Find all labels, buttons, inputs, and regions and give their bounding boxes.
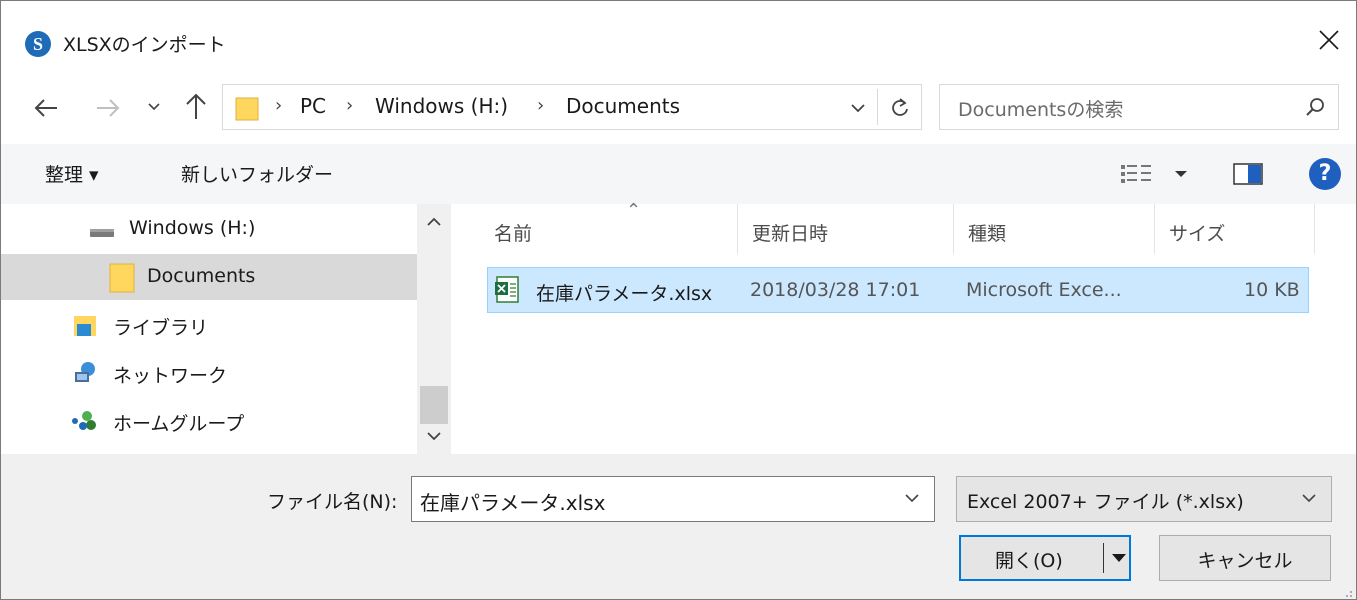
network-icon <box>75 362 95 382</box>
search-icon <box>1304 96 1326 118</box>
back-button[interactable] <box>31 93 61 123</box>
file-size: 10 KB <box>1244 279 1300 301</box>
scrollbar-thumb[interactable] <box>420 386 448 424</box>
excel-file-icon <box>495 276 519 303</box>
nav-item-label: ライブラリ <box>113 317 209 339</box>
breadcrumb-separator: › <box>275 95 283 116</box>
column-header-label: 更新日時 <box>752 223 829 245</box>
window-title: XLSXのインポート <box>63 34 226 56</box>
arrow-up-icon <box>186 93 206 119</box>
table-row[interactable]: 在庫パラメータ.xlsx 2018/03/28 17:01 Microsoft … <box>487 267 1309 313</box>
nav-item-network[interactable]: ネットワーク <box>1 350 417 396</box>
open-button-label: 開く(O) <box>995 550 1063 572</box>
resize-grip-icon[interactable] <box>1340 585 1354 599</box>
split-divider <box>1103 543 1104 573</box>
file-type-select[interactable]: Excel 2007+ ファイル (*.xlsx) <box>956 476 1332 522</box>
address-bar[interactable]: › PC › Windows (H:) › Documents <box>222 84 922 130</box>
dialog-footer: ファイル名(N): 在庫パラメータ.xlsx Excel 2007+ ファイル … <box>1 454 1356 599</box>
title-bar: S XLSXのインポート <box>1 1 1356 63</box>
filename-field[interactable]: 在庫パラメータ.xlsx <box>411 476 935 522</box>
nav-scrollbar[interactable] <box>417 204 451 454</box>
command-bar: 整理 ▾ 新しいフォルダー ? <box>1 144 1356 204</box>
nav-item-libraries[interactable]: ライブラリ <box>1 302 417 348</box>
column-header-label: 種類 <box>968 223 1007 245</box>
refresh-icon <box>892 98 908 116</box>
breadcrumb-documents[interactable]: Documents <box>566 94 680 118</box>
chevron-down-icon[interactable] <box>904 491 920 505</box>
file-modified: 2018/03/28 17:01 <box>750 279 921 301</box>
divider <box>877 89 878 125</box>
chevron-down-icon <box>427 432 441 441</box>
sort-ascending-icon: ⌃ <box>626 200 642 221</box>
file-type: Microsoft Exce... <box>966 279 1122 301</box>
search-input[interactable]: Documentsの検索 <box>939 84 1339 130</box>
column-header-label: サイズ <box>1169 223 1226 245</box>
arrow-left-icon <box>34 99 57 117</box>
nav-item-label: Documents <box>147 265 256 287</box>
organize-button[interactable]: 整理 ▾ <box>45 160 99 187</box>
folder-icon <box>109 263 135 293</box>
change-view-button[interactable] <box>1119 160 1193 188</box>
address-history-button[interactable] <box>843 93 873 123</box>
chevron-down-icon <box>851 104 865 113</box>
breadcrumb-separator: › <box>346 95 354 116</box>
preview-pane-button[interactable] <box>1233 163 1263 185</box>
cancel-button-label: キャンセル <box>1197 550 1293 572</box>
search-placeholder: Documentsの検索 <box>958 99 1124 121</box>
nav-item-label: ホームグループ <box>113 413 245 435</box>
refresh-button[interactable] <box>883 93 917 123</box>
details-view-icon <box>1121 165 1187 183</box>
forward-button[interactable] <box>93 93 123 123</box>
folder-icon <box>235 96 259 121</box>
app-logo-icon: S <box>25 31 51 57</box>
column-header-size[interactable]: サイズ <box>1155 204 1315 254</box>
preview-pane-icon <box>1233 163 1263 185</box>
filename-label: ファイル名(N): <box>267 491 398 513</box>
cancel-button[interactable]: キャンセル <box>1159 535 1331 581</box>
import-dialog: S XLSXのインポート › PC › Windows (H:) › Docum… <box>0 0 1357 600</box>
navigation-pane: Windows (H:) Documents ライブラリ ネットワーク ホームグ… <box>1 204 451 454</box>
help-button[interactable]: ? <box>1309 158 1341 190</box>
nav-item-documents[interactable]: Documents <box>1 254 417 300</box>
nav-item-label: ネットワーク <box>113 365 228 387</box>
nav-item-label: Windows (H:) <box>129 217 256 239</box>
column-header-modified[interactable]: 更新日時 <box>738 204 954 254</box>
recent-locations-button[interactable] <box>145 96 163 116</box>
chevron-up-icon <box>427 217 441 226</box>
breadcrumb-drive[interactable]: Windows (H:) <box>375 94 508 118</box>
chevron-down-icon <box>148 103 160 111</box>
file-type-value: Excel 2007+ ファイル (*.xlsx) <box>967 491 1244 513</box>
open-button[interactable]: 開く(O) <box>959 535 1131 581</box>
file-list: ⌃ 名前 更新日時 種類 サイズ 在庫パラメータ.xlsx 2018/03/28… <box>456 200 1356 454</box>
nav-item-windows-drive[interactable]: Windows (H:) <box>1 206 417 252</box>
dropdown-arrow-icon[interactable] <box>1111 552 1127 564</box>
breadcrumb-pc[interactable]: PC <box>300 94 326 118</box>
nav-item-homegroup[interactable]: ホームグループ <box>1 398 417 444</box>
homegroup-icon <box>72 411 96 430</box>
column-header-label: 名前 <box>494 223 533 245</box>
close-button[interactable] <box>1302 17 1356 63</box>
library-icon <box>74 316 96 336</box>
chevron-down-icon <box>1302 494 1316 503</box>
breadcrumb-separator: › <box>537 95 545 116</box>
file-name: 在庫パラメータ.xlsx <box>536 283 713 305</box>
column-header-type[interactable]: 種類 <box>954 204 1155 254</box>
column-header-name[interactable]: ⌃ 名前 <box>480 200 738 254</box>
close-icon <box>1319 30 1339 50</box>
arrow-right-icon <box>97 99 120 117</box>
drive-icon <box>90 229 114 237</box>
new-folder-button[interactable]: 新しいフォルダー <box>181 160 333 187</box>
filename-value: 在庫パラメータ.xlsx <box>420 491 606 515</box>
up-button[interactable] <box>182 91 210 123</box>
